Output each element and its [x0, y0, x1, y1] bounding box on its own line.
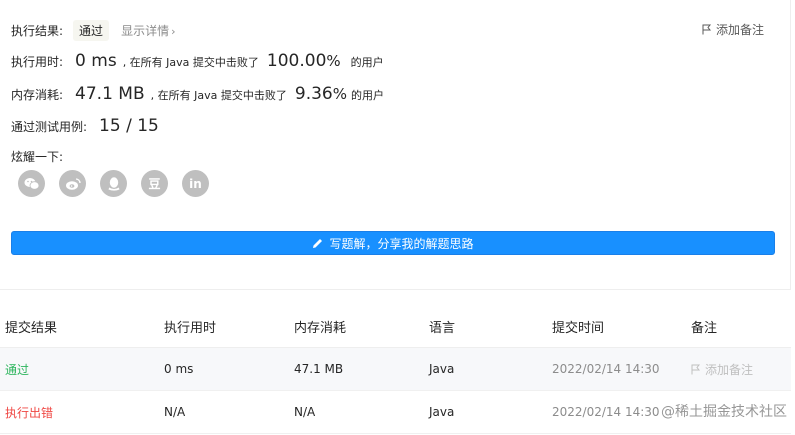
- row-time: 2022/02/14 14:30: [552, 405, 660, 419]
- result-label: 执行结果:: [11, 24, 64, 38]
- result-row: 执行结果: 通过 显示详情 ›: [11, 20, 175, 41]
- row-add-note-button[interactable]: 添加备注: [691, 361, 753, 378]
- linkedin-glyph: in: [189, 176, 202, 191]
- pencil-icon: [313, 238, 323, 248]
- row-runtime: 0 ms: [164, 362, 194, 376]
- wechat-icon[interactable]: [18, 170, 45, 197]
- table-row[interactable]: 通过 0 ms 47.1 MB Java 2022/02/14 14:30 添加…: [0, 348, 791, 391]
- share-label: 炫耀一下:: [11, 150, 64, 164]
- share-row-label: 炫耀一下:: [11, 148, 63, 165]
- row-language: Java: [429, 362, 455, 376]
- memory-label: 内存消耗:: [11, 88, 64, 102]
- table-header: 提交结果 执行用时 内存消耗 语言 提交时间 备注: [0, 306, 791, 348]
- chevron-right-icon: ›: [171, 25, 176, 38]
- watermark: @稀土掘金技术社区: [661, 404, 787, 420]
- add-note-button[interactable]: 添加备注: [702, 21, 764, 38]
- header-runtime: 执行用时: [164, 321, 217, 336]
- row-result[interactable]: 执行出错: [5, 404, 53, 421]
- douban-icon[interactable]: 豆: [141, 170, 168, 197]
- header-language: 语言: [429, 321, 456, 336]
- show-details-label: 显示详情: [121, 24, 170, 38]
- row-language: Java: [429, 405, 455, 419]
- flag-icon: [702, 24, 712, 35]
- row-time: 2022/02/14 14:30: [552, 362, 660, 376]
- row-memory: N/A: [294, 405, 316, 419]
- header-result: 提交结果: [5, 321, 58, 336]
- tests-label: 通过测试用例:: [11, 120, 88, 134]
- add-note-label: 添加备注: [715, 23, 764, 37]
- header-note: 备注: [691, 321, 718, 336]
- runtime-label: 执行用时:: [11, 55, 64, 69]
- write-solution-label: 写题解，分享我的解题思路: [329, 236, 474, 251]
- header-time: 提交时间: [552, 321, 605, 336]
- runtime-beat-text: , 在所有 Java 提交中击败了: [122, 56, 259, 69]
- row-memory: 47.1 MB: [294, 362, 344, 376]
- share-buttons: 豆 in: [18, 170, 209, 197]
- row-add-note-label: 添加备注: [705, 362, 754, 377]
- memory-percent-unit: %: [332, 85, 347, 103]
- write-solution-button[interactable]: 写题解，分享我的解题思路: [11, 231, 775, 255]
- show-details-link[interactable]: 显示详情 ›: [121, 22, 175, 39]
- memory-percent-value: 9.36: [294, 84, 333, 104]
- submission-result-card: 执行结果: 通过 显示详情 › 添加备注 执行用时: 0 ms , 在所有 Jav…: [0, 0, 791, 290]
- row-runtime: N/A: [164, 405, 186, 419]
- runtime-percent: 100.00%: [267, 51, 341, 71]
- header-memory: 内存消耗: [294, 321, 347, 336]
- tests-value: 15 / 15: [99, 116, 159, 136]
- memory-value: 47.1 MB: [75, 84, 145, 104]
- weibo-icon[interactable]: [59, 170, 86, 197]
- memory-suffix: 的用户: [351, 89, 384, 102]
- runtime-row: 执行用时: 0 ms , 在所有 Java 提交中击败了 100.00% 的用户: [11, 51, 384, 71]
- row-result[interactable]: 通过: [5, 361, 29, 378]
- result-status-badge: 通过: [73, 20, 110, 41]
- douban-glyph: 豆: [148, 177, 161, 191]
- qq-icon[interactable]: [100, 170, 127, 197]
- runtime-value: 0 ms: [75, 51, 117, 71]
- memory-beat-text: , 在所有 Java 提交中击败了: [150, 89, 287, 102]
- memory-row: 内存消耗: 47.1 MB , 在所有 Java 提交中击败了 9.36% 的用…: [11, 84, 384, 104]
- linkedin-icon[interactable]: in: [182, 170, 209, 197]
- runtime-percent-value: 100.00: [266, 51, 327, 71]
- runtime-suffix: 的用户: [350, 56, 384, 69]
- flag-icon: [691, 364, 701, 374]
- runtime-percent-unit: %: [326, 52, 341, 70]
- memory-percent: 9.36%: [295, 84, 347, 104]
- tests-row: 通过测试用例: 15 / 15: [11, 116, 159, 136]
